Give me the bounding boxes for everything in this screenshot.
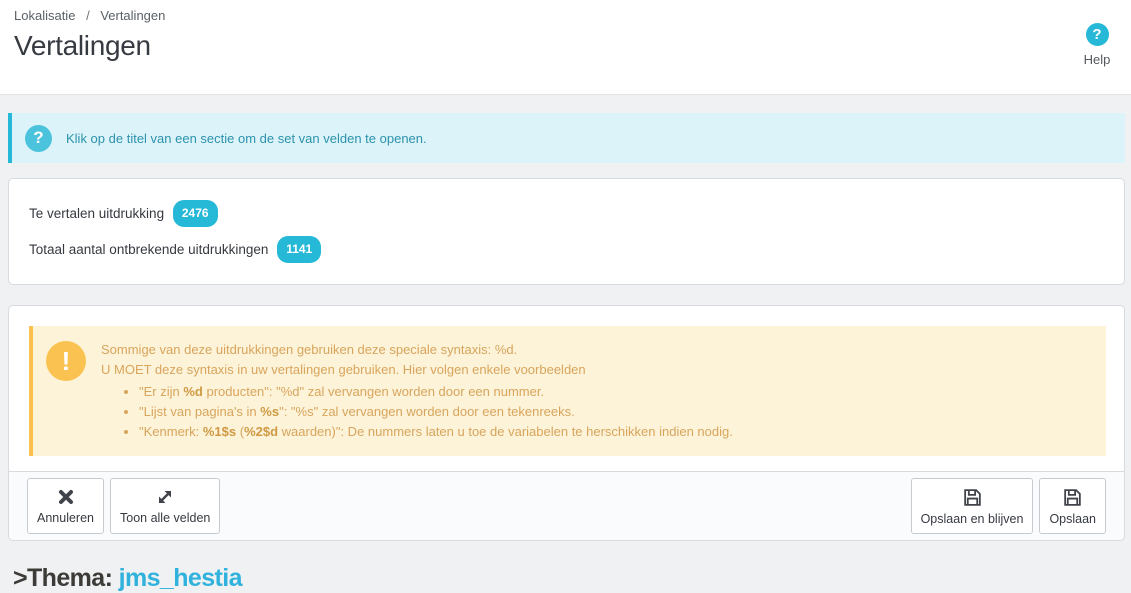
warning-line: Sommige van deze uitdrukkingen gebruiken…	[101, 342, 518, 357]
help-label: Help	[1083, 52, 1111, 67]
stat-label: Te vertalen uitdrukking	[29, 206, 165, 221]
stat-row-expressions: Te vertalen uitdrukking 2476	[29, 200, 1104, 227]
help-button[interactable]: ? Help	[1075, 23, 1119, 67]
warning-examples-list: "Er zijn %d producten": "%d" zal vervang…	[101, 382, 1090, 442]
help-question-icon: ?	[1085, 23, 1109, 46]
footer-right-buttons: Opslaan en blijven Opslaan	[910, 478, 1106, 534]
expressions-count-badge: 2476	[172, 200, 218, 227]
stat-row-missing: Totaal aantal ontbrekende uitdrukkingen …	[29, 236, 1104, 263]
warning-example: "Lijst van pagina's in %s": "%s" zal ver…	[139, 402, 1090, 422]
exclamation-icon: !	[46, 341, 86, 381]
breadcrumb-item-current: Vertalingen	[100, 8, 166, 23]
breadcrumb: Lokalisatie / Vertalingen	[14, 8, 1115, 23]
page-title: Vertalingen	[14, 30, 151, 61]
expand-icon	[155, 487, 175, 507]
warning-alert-body: Sommige van deze uitdrukkingen gebruiken…	[101, 340, 1090, 442]
section-title-prefix: >Thema:	[13, 564, 119, 592]
breadcrumb-separator: /	[86, 8, 90, 23]
show-all-fields-button[interactable]: Toon alle velden	[110, 478, 221, 534]
save-icon	[1062, 487, 1083, 508]
warning-line: U MOET deze syntaxis in uw vertalingen g…	[101, 362, 586, 377]
info-alert-text: Klik op de titel van een sectie om de se…	[66, 130, 427, 146]
stats-panel: Te vertalen uitdrukking 2476 Totaal aant…	[8, 178, 1125, 285]
main-content: ? Klik op de titel van een sectie om de …	[0, 95, 1131, 593]
warning-alert: ! Sommige van deze uitdrukkingen gebruik…	[29, 326, 1106, 456]
section-title-theme[interactable]: >Thema: jms_hestia	[13, 564, 1125, 593]
warning-alert-wrapper: ! Sommige van deze uitdrukkingen gebruik…	[9, 306, 1124, 471]
warning-example: "Kenmerk: %1$s (%2$d waarden)": De numme…	[139, 422, 1090, 442]
footer-left-buttons: Annuleren Toon alle velden	[27, 478, 221, 534]
show-all-fields-label: Toon alle velden	[120, 511, 211, 525]
theme-name-link[interactable]: jms_hestia	[119, 564, 243, 592]
stat-label: Totaal aantal ontbrekende uitdrukkingen	[29, 242, 269, 257]
info-alert: ? Klik op de titel van een sectie om de …	[8, 113, 1125, 163]
cancel-button-label: Annuleren	[37, 511, 94, 525]
save-and-stay-button[interactable]: Opslaan en blijven	[910, 478, 1034, 534]
translations-form-panel: ! Sommige van deze uitdrukkingen gebruik…	[8, 305, 1125, 541]
question-icon: ?	[25, 124, 52, 152]
page-header: Lokalisatie / Vertalingen Vertalingen ? …	[0, 0, 1131, 95]
save-button-label: Opslaan	[1049, 511, 1096, 526]
cancel-button[interactable]: Annuleren	[27, 478, 104, 534]
panel-footer: Annuleren Toon alle velden Opslaan en bl…	[9, 471, 1124, 540]
save-button[interactable]: Opslaan	[1039, 478, 1106, 534]
breadcrumb-item-lokalisatie[interactable]: Lokalisatie	[14, 8, 75, 23]
cancel-x-icon	[56, 487, 76, 507]
warning-example: "Er zijn %d producten": "%d" zal vervang…	[139, 382, 1090, 402]
missing-count-badge: 1141	[277, 236, 322, 263]
save-and-stay-label: Opslaan en blijven	[920, 511, 1024, 526]
save-icon	[962, 487, 983, 508]
